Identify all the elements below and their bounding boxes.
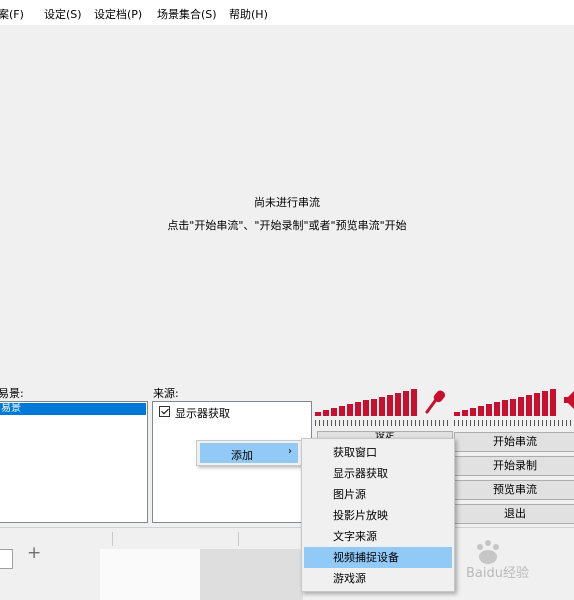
start-record-button[interactable]: 开始录制 — [454, 456, 574, 476]
menu-help[interactable]: 帮助(H) — [229, 6, 268, 22]
status-divider — [238, 532, 239, 546]
meter-bar — [494, 402, 500, 416]
menu-profile[interactable]: 设定档(P) — [94, 6, 142, 22]
meter-bar — [395, 393, 401, 416]
meter-bar — [403, 391, 409, 416]
meter-bar — [323, 410, 329, 416]
preview-hint: 点击"开始串流"、"开始录制"或者"预览串流"开始 — [167, 219, 407, 232]
meter-bar — [486, 404, 492, 416]
microphone-icon[interactable] — [424, 388, 448, 416]
meter-bar — [371, 399, 377, 416]
meter-bar — [478, 406, 484, 416]
preview-area: 尚未进行串流 点击"开始串流"、"开始录制"或者"预览串流"开始 — [0, 25, 574, 383]
plus-icon[interactable]: + — [27, 543, 41, 563]
meter-bar — [534, 393, 540, 416]
menu-item-monitor-capture[interactable]: 显示器获取 — [304, 463, 452, 484]
menu-scene-collection[interactable]: 场景集合(S) — [157, 6, 217, 22]
source-visibility-checkbox[interactable] — [159, 406, 170, 417]
exit-button[interactable]: 退出 — [454, 504, 574, 524]
mic-volume-meter — [315, 389, 423, 416]
baidu-watermark-logo: Baidu经验 — [466, 537, 572, 581]
preview-stream-button[interactable]: 预览串流 — [454, 480, 574, 500]
meter-bar — [542, 391, 548, 416]
menu-item-slideshow[interactable]: 投影片放映 — [304, 505, 452, 526]
menu-item-game-source[interactable]: 游戏源 — [304, 568, 452, 589]
status-divider — [112, 532, 113, 546]
preview-status: 尚未进行串流 — [254, 196, 320, 209]
svg-text:Baidu经验: Baidu经验 — [466, 565, 529, 581]
menu-item-text-source[interactable]: 文字来源 — [304, 526, 452, 547]
desktop-volume-slider[interactable] — [454, 420, 574, 426]
menu-item-video-capture-device[interactable]: 视频捕捉设备 — [304, 547, 452, 568]
meter-bar — [339, 406, 345, 416]
source-context-menu: 添加 › — [196, 440, 302, 466]
menu-item-window-capture[interactable]: 获取窗口 — [304, 442, 452, 463]
speaker-icon[interactable] — [562, 390, 574, 410]
add-menu-label: 添加 — [231, 449, 253, 462]
meter-bar — [502, 400, 508, 416]
add-menu-item[interactable]: 添加 › — [200, 443, 298, 463]
scenes-label: 易景: — [0, 387, 24, 400]
background-box — [0, 549, 13, 569]
menu-item-image-source[interactable]: 图片源 — [304, 484, 452, 505]
background-panel — [200, 549, 303, 600]
meter-bar — [363, 400, 369, 416]
desktop-volume-meter — [454, 389, 560, 416]
meter-bar — [518, 397, 524, 416]
meter-bar — [347, 404, 353, 416]
meter-bar — [355, 402, 361, 416]
add-source-submenu: 获取窗口 显示器获取 图片源 投影片放映 文字来源 视频捕捉设备 游戏源 — [301, 438, 455, 592]
meter-bar — [411, 389, 417, 416]
scene-list[interactable]: 易景 — [0, 401, 148, 523]
menubar: 案(F) 设定(S) 设定档(P) 场景集合(S) 帮助(H) — [0, 0, 574, 25]
source-item-label: 显示器获取 — [175, 407, 230, 420]
meter-bar — [387, 395, 393, 416]
sources-label: 来源: — [153, 387, 179, 400]
chevron-right-icon: › — [288, 446, 292, 457]
scene-item[interactable]: 易景 — [0, 403, 146, 415]
meter-bar — [526, 395, 532, 416]
meter-bar — [331, 408, 337, 416]
meter-bar — [379, 397, 385, 416]
meter-bar — [550, 389, 556, 416]
app-window: 案(F) 设定(S) 设定档(P) 场景集合(S) 帮助(H) 尚未进行串流 点… — [0, 0, 574, 600]
meter-bar — [454, 412, 460, 416]
meter-bar — [510, 399, 516, 416]
menu-file[interactable]: 案(F) — [0, 6, 24, 22]
mic-volume-slider[interactable] — [315, 420, 448, 426]
meter-bar — [462, 410, 468, 416]
meter-bar — [470, 408, 476, 416]
menu-settings[interactable]: 设定(S) — [44, 6, 82, 22]
start-stream-button[interactable]: 开始串流 — [454, 432, 574, 452]
meter-bar — [315, 412, 321, 416]
